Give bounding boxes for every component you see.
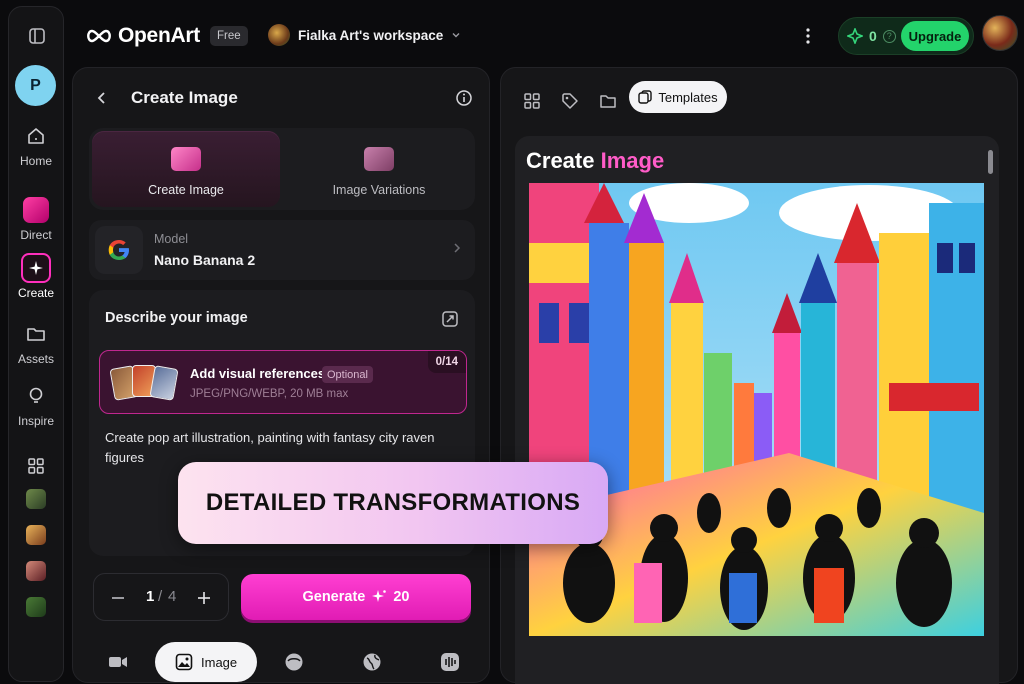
mode-tabs: Create Image Image Variations xyxy=(89,128,475,210)
gem-icon xyxy=(847,28,863,44)
profile-avatar[interactable]: P xyxy=(15,65,56,106)
tab-image[interactable]: Image xyxy=(155,642,258,682)
tab-image-variations[interactable]: Image Variations xyxy=(285,131,473,207)
upgrade-button[interactable]: Upgrade xyxy=(901,21,969,51)
direct-icon xyxy=(21,195,51,225)
tab-label: Image Variations xyxy=(332,183,426,197)
rail-item-label: Home xyxy=(19,154,52,168)
preview-artwork xyxy=(529,183,984,636)
tab-create-image[interactable]: Create Image xyxy=(92,131,280,207)
infinity-logo-icon xyxy=(87,29,111,43)
create-image-panel: Create Image Create Image Image Variatio… xyxy=(72,67,490,683)
sparkle-icon xyxy=(372,590,387,602)
generate-button[interactable]: Generate 20 xyxy=(241,574,471,620)
left-rail: P Home Direct Create Assets Inspire xyxy=(8,6,64,682)
generate-label: Generate xyxy=(302,589,366,605)
openart-logo[interactable]: OpenArt xyxy=(84,24,200,48)
reference-thumbnails xyxy=(109,363,179,401)
templates-label: Templates xyxy=(658,89,718,105)
optional-badge: Optional xyxy=(322,366,373,383)
rail-item-label: Inspire xyxy=(17,414,55,428)
recent-thumbnail[interactable] xyxy=(26,525,46,545)
image-count-stepper: 1 / 4 xyxy=(93,573,229,621)
count-max: 4 xyxy=(168,588,177,605)
decrement-button[interactable] xyxy=(106,586,130,610)
model-selector[interactable]: Model Nano Banana 2 xyxy=(89,220,475,280)
rail-item-label: Create xyxy=(17,286,55,300)
tag-icon[interactable] xyxy=(559,90,581,112)
image-variations-icon xyxy=(364,147,394,171)
recent-thumbnail[interactable] xyxy=(26,561,46,581)
preview-title: Create Image xyxy=(526,148,665,173)
credits-widget: 0 ? Upgrade xyxy=(838,17,974,55)
credit-count: 0 xyxy=(869,28,877,44)
chevron-right-icon xyxy=(454,243,461,253)
folder-icon[interactable] xyxy=(597,90,619,112)
back-arrow-icon[interactable] xyxy=(93,89,111,107)
rail-item-inspire[interactable]: Inspire xyxy=(9,381,63,428)
promo-banner: DETAILED TRANSFORMATIONS xyxy=(178,462,608,544)
audio-icon xyxy=(441,653,459,671)
plan-badge: Free xyxy=(210,26,248,46)
workspace-name: Fialka Art's workspace xyxy=(298,27,444,43)
more-menu-icon[interactable] xyxy=(798,26,818,46)
tab-label: Create Image xyxy=(148,183,224,197)
brand-name: OpenArt xyxy=(118,24,200,47)
panel-header: Create Image xyxy=(73,86,489,112)
count-current: 1 xyxy=(146,588,155,605)
grid-view-icon[interactable] xyxy=(521,90,543,112)
help-icon[interactable]: ? xyxy=(882,29,896,43)
refs-formats: JPEG/PNG/WEBP, 20 MB max xyxy=(190,388,349,400)
tab-world[interactable] xyxy=(357,642,387,682)
expand-icon[interactable] xyxy=(441,310,459,328)
model-caption: Model xyxy=(154,232,189,246)
count-separator: / xyxy=(158,588,163,605)
visual-references-dropzone[interactable]: Add visual references Optional JPEG/PNG/… xyxy=(99,350,467,414)
folder-icon xyxy=(21,319,51,349)
info-icon[interactable] xyxy=(455,89,473,107)
lightbulb-icon xyxy=(21,381,51,411)
tab-label: Image xyxy=(201,654,238,670)
generate-cost: 20 xyxy=(393,589,410,605)
tab-audio[interactable] xyxy=(435,642,465,682)
grid-icon xyxy=(21,451,51,481)
rail-item-label: Assets xyxy=(17,352,54,366)
rail-item-create[interactable]: Create xyxy=(9,253,63,300)
face-icon xyxy=(285,653,303,671)
user-avatar[interactable] xyxy=(982,15,1018,51)
rail-item-assets[interactable]: Assets xyxy=(9,319,63,366)
sidebar-toggle-icon[interactable] xyxy=(26,25,48,47)
rail-item-label: Direct xyxy=(20,228,52,242)
workspace-avatar xyxy=(268,24,290,46)
video-icon xyxy=(109,657,127,667)
rail-item-direct[interactable]: Direct xyxy=(9,195,63,242)
bottom-mode-bar: Image xyxy=(73,640,489,684)
scrollbar[interactable] xyxy=(988,150,993,174)
tab-character[interactable] xyxy=(279,642,309,682)
templates-button[interactable]: Templates xyxy=(629,81,727,113)
refs-title: Add visual references xyxy=(190,366,326,381)
rail-item-apps[interactable] xyxy=(9,451,63,481)
sparkle-icon xyxy=(21,253,51,283)
preview-panel: Templates Create Image xyxy=(500,67,1018,684)
prompt-label: Describe your image xyxy=(105,310,248,326)
template-preview-card[interactable]: Create Image xyxy=(515,136,999,684)
image-icon xyxy=(175,653,193,671)
image-sparkle-icon xyxy=(171,147,201,171)
templates-icon xyxy=(638,90,653,104)
rail-item-home[interactable]: Home xyxy=(9,121,63,168)
home-icon xyxy=(21,121,51,151)
model-name: Nano Banana 2 xyxy=(154,252,256,268)
tab-video[interactable] xyxy=(103,642,133,682)
chevron-down-icon xyxy=(452,33,460,38)
google-logo-icon xyxy=(95,226,143,274)
increment-button[interactable] xyxy=(192,586,216,610)
workspace-switcher[interactable]: Fialka Art's workspace xyxy=(268,24,461,46)
globe-icon xyxy=(363,653,381,671)
refs-count: 0/14 xyxy=(427,351,466,373)
recent-thumbnail[interactable] xyxy=(26,597,46,617)
panel-title: Create Image xyxy=(131,88,238,107)
recent-thumbnail[interactable] xyxy=(26,489,46,509)
